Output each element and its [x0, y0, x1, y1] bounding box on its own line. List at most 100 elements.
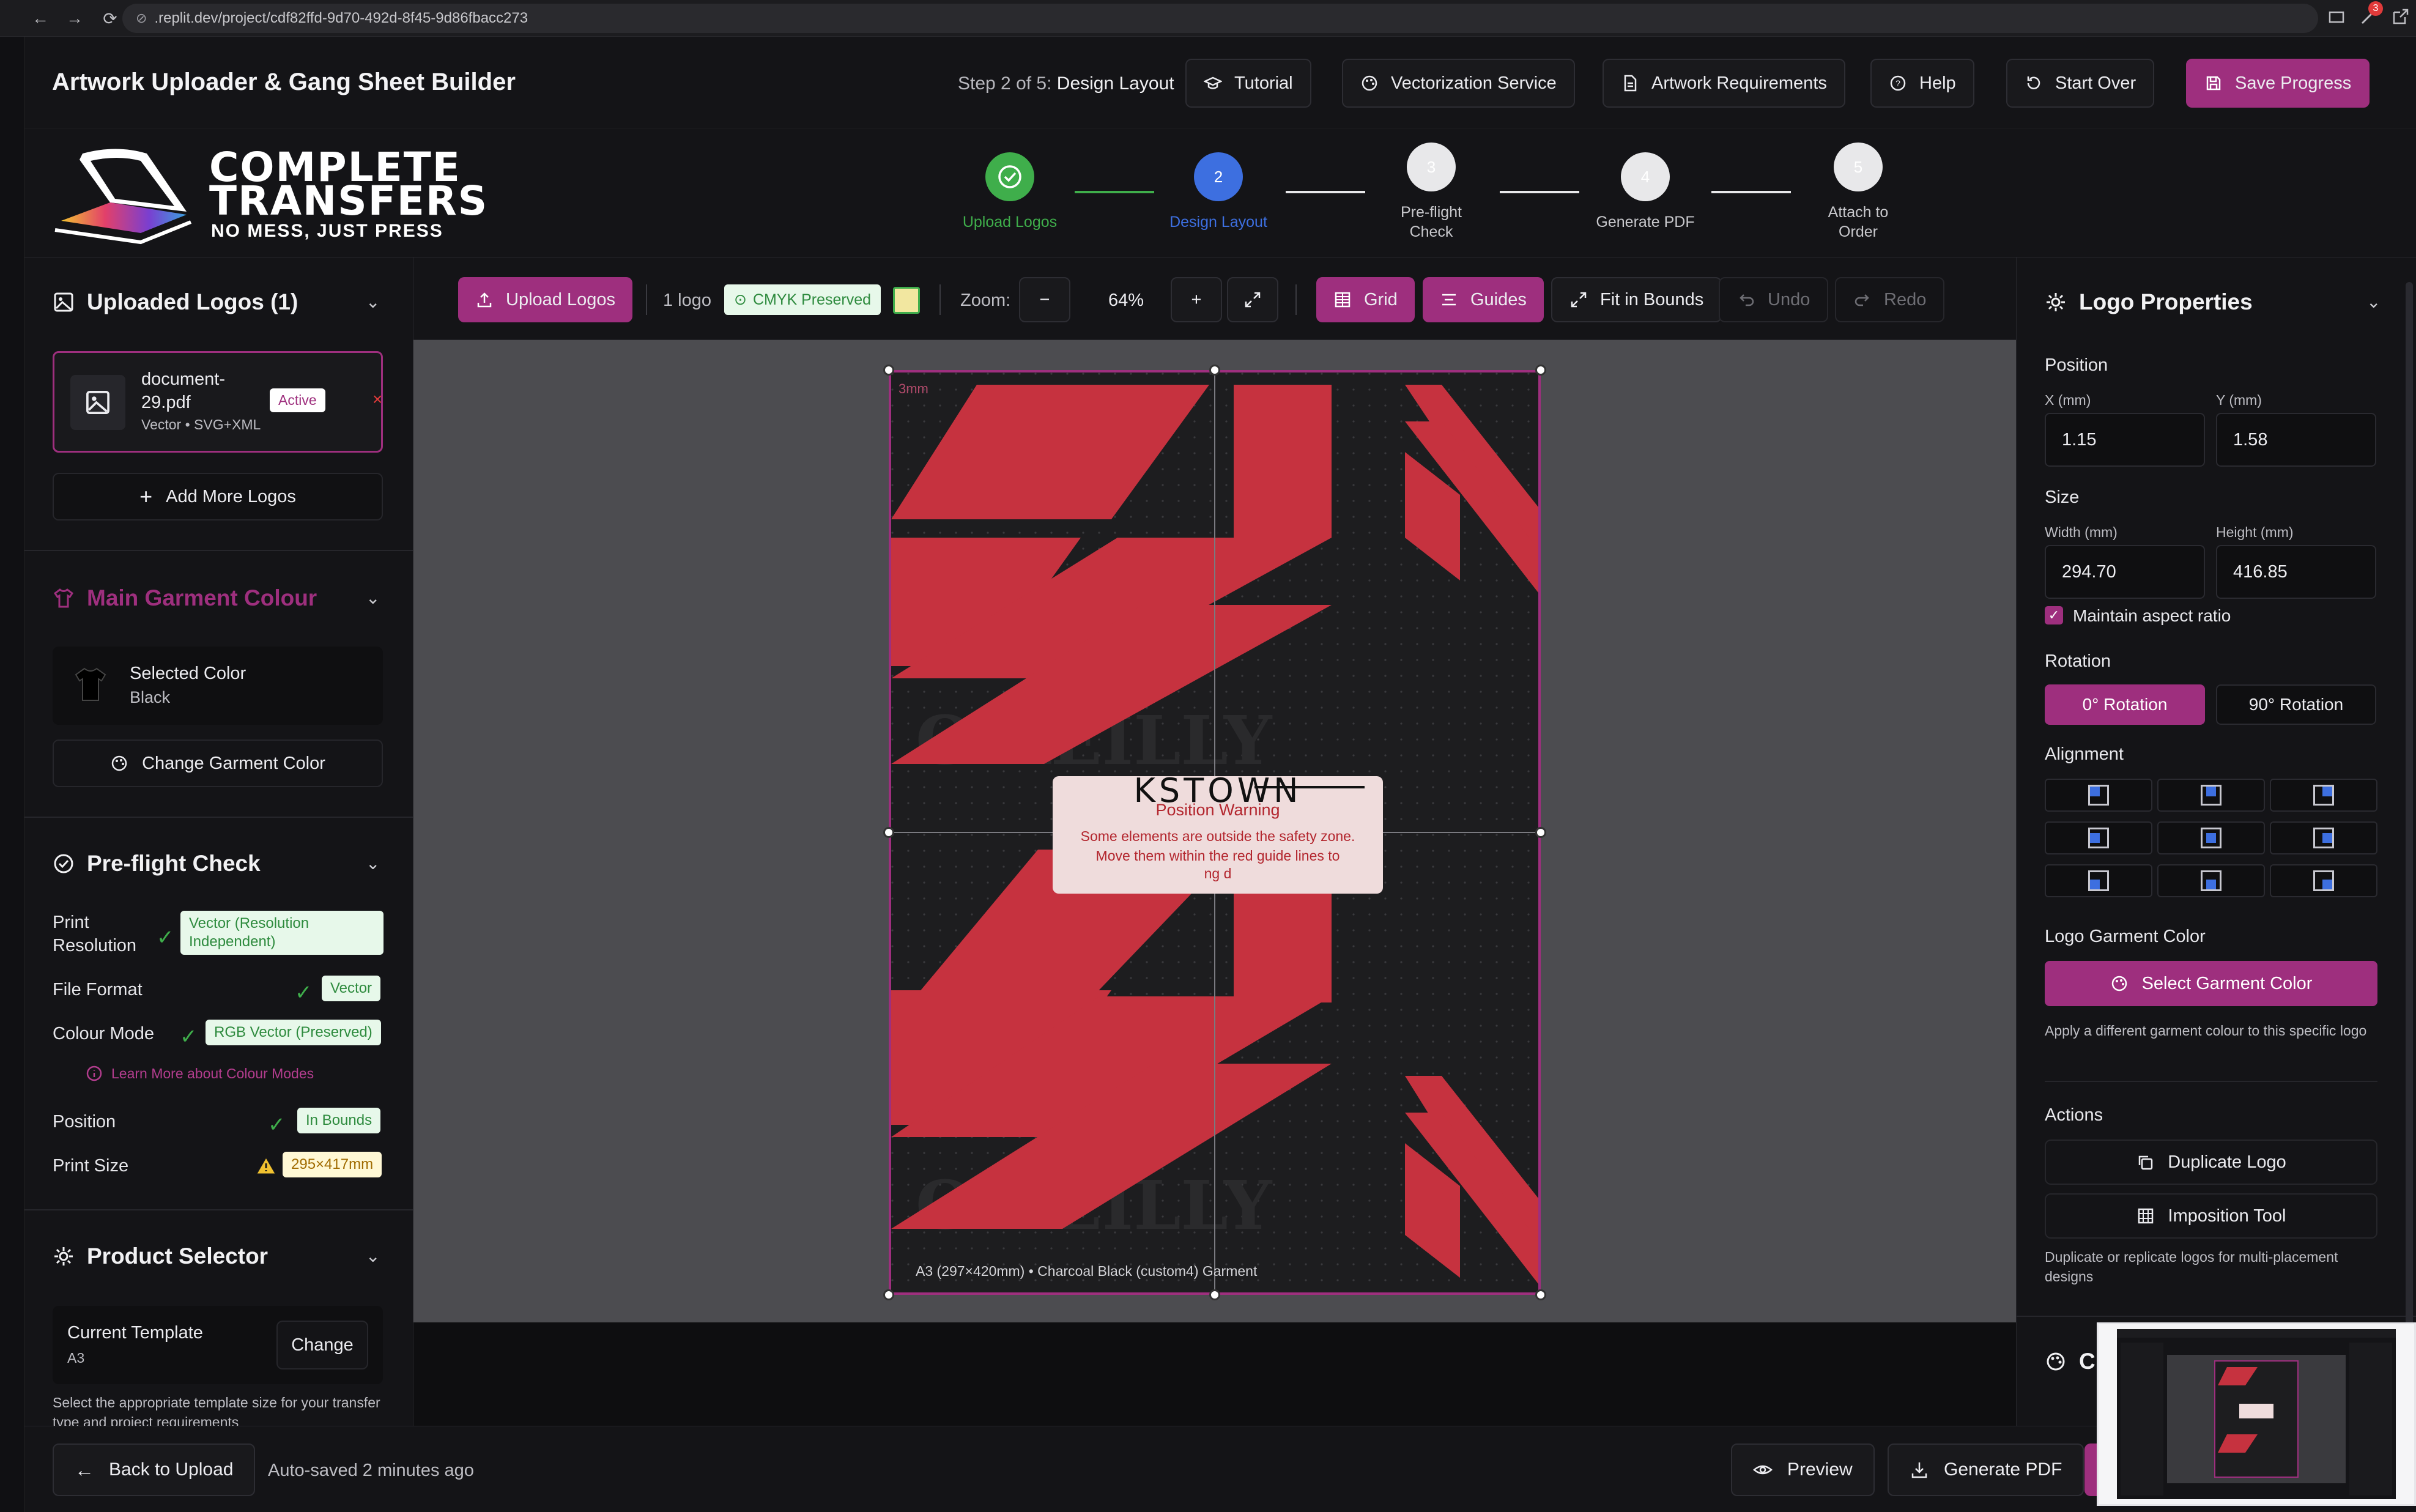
align-middle-right-button[interactable]: [2270, 821, 2377, 854]
step-2-circle[interactable]: 2: [1194, 152, 1243, 201]
artwork-requirements-button[interactable]: Artwork Requirements: [1603, 59, 1845, 108]
color-swatch-toggle[interactable]: [893, 287, 920, 314]
site-info-icon[interactable]: ⊘: [136, 10, 147, 26]
align-top-center-button[interactable]: [2157, 779, 2265, 812]
back-to-upload-label: Back to Upload: [109, 1459, 234, 1480]
align-middle-left-button[interactable]: [2045, 821, 2152, 854]
main-garment-colour-header[interactable]: Main Garment Colour: [53, 585, 317, 611]
generate-pdf-button[interactable]: Generate PDF: [1888, 1443, 2084, 1496]
autosave-status: Auto-saved 2 minutes ago: [268, 1461, 474, 1480]
remove-logo-close-icon[interactable]: ×: [372, 390, 382, 409]
resize-handle-mr[interactable]: [1535, 827, 1546, 838]
redo-button[interactable]: Redo: [1835, 277, 1945, 322]
address-bar[interactable]: ⊘ .replit.dev/project/cdf82ffd-9d70-492d…: [122, 4, 2318, 33]
upload-icon: [477, 292, 492, 308]
align-bottom-left-button[interactable]: [2045, 864, 2152, 897]
duplicate-logo-button[interactable]: Duplicate Logo: [2045, 1140, 2377, 1185]
chevron-down-icon[interactable]: ⌄: [366, 588, 380, 608]
chevron-down-icon[interactable]: ⌄: [366, 1246, 380, 1266]
check-icon: ✓: [180, 1025, 198, 1048]
align-bottom-center-icon: [2201, 870, 2221, 891]
uploaded-logos-header[interactable]: Uploaded Logos (1): [53, 289, 298, 315]
rotation-90-button[interactable]: 90° Rotation: [2216, 684, 2376, 725]
align-top-right-button[interactable]: [2270, 779, 2377, 812]
step-3-circle[interactable]: 3: [1407, 143, 1456, 191]
guides-toggle-button[interactable]: Guides: [1423, 277, 1544, 322]
logo-properties-header[interactable]: Logo Properties: [2045, 289, 2253, 315]
rotation-0-button[interactable]: 0° Rotation: [2045, 684, 2205, 725]
chevron-down-icon[interactable]: ⌄: [366, 292, 380, 312]
resize-handle-tr[interactable]: [1535, 365, 1546, 376]
align-center-button[interactable]: [2157, 821, 2265, 854]
change-template-button[interactable]: Change: [276, 1321, 368, 1369]
product-selector-header[interactable]: Product Selector: [53, 1243, 268, 1269]
document-icon: [1624, 75, 1637, 92]
zoom-value: 64%: [1108, 291, 1144, 310]
undo-icon: [1740, 294, 1754, 306]
preflight-badge-print-resolution: Vector (Resolution Independent): [180, 911, 384, 955]
arrow-left-icon: ←: [75, 1458, 94, 1481]
height-input[interactable]: 416.85: [2216, 545, 2376, 599]
resize-handle-br[interactable]: [1535, 1289, 1546, 1300]
resize-handle-bl[interactable]: [883, 1289, 894, 1300]
back-arrow-icon[interactable]: ←: [27, 5, 54, 32]
reload-icon[interactable]: ⟳: [97, 5, 124, 32]
y-label: Y (mm): [2216, 392, 2262, 408]
align-bottom-center-button[interactable]: [2157, 864, 2265, 897]
x-input[interactable]: 1.15: [2045, 413, 2205, 467]
help-button[interactable]: ? Help: [1870, 59, 1974, 108]
step-4-circle[interactable]: 4: [1621, 152, 1670, 201]
canvas-bottom-space: [413, 1322, 2016, 1426]
screen-preview-thumbnail[interactable]: [2097, 1322, 2416, 1506]
cast-icon[interactable]: [2328, 9, 2346, 27]
position-label: Position: [2045, 355, 2108, 375]
save-progress-label: Save Progress: [2235, 73, 2352, 93]
step-current: Design Layout: [1056, 73, 1174, 94]
learn-more-colour-modes-link[interactable]: Learn More about Colour Modes: [86, 1065, 314, 1082]
alignment-label: Alignment: [2045, 744, 2124, 764]
width-input[interactable]: 294.70: [2045, 545, 2205, 599]
uploaded-logo-card[interactable]: document-29.pdf Vector • SVG+XML Active …: [53, 351, 383, 453]
step-1-circle[interactable]: [985, 152, 1034, 201]
fit-in-bounds-button[interactable]: Fit in Bounds: [1551, 277, 1722, 322]
aspect-ratio-checkbox[interactable]: ✓: [2045, 606, 2063, 624]
forward-arrow-icon[interactable]: →: [61, 5, 88, 32]
step-4-label: Generate PDF: [1596, 213, 1695, 231]
resize-handle-tl[interactable]: [883, 365, 894, 376]
chevron-down-icon[interactable]: ⌄: [2366, 292, 2381, 312]
chevron-down-icon[interactable]: ⌄: [366, 853, 380, 873]
preflight-check-header[interactable]: Pre-flight Check: [53, 851, 261, 876]
imposition-tool-button[interactable]: Imposition Tool: [2045, 1193, 2377, 1239]
save-progress-button[interactable]: Save Progress: [2186, 59, 2370, 108]
back-to-upload-button[interactable]: ← Back to Upload: [53, 1443, 256, 1496]
resize-handle-ml[interactable]: [883, 827, 894, 838]
undo-button[interactable]: Undo: [1719, 277, 1829, 322]
zoom-out-button[interactable]: −: [1019, 277, 1070, 322]
change-garment-color-button[interactable]: Change Garment Color: [53, 739, 383, 787]
artwork-requirements-label: Artwork Requirements: [1651, 73, 1827, 93]
zoom-in-button[interactable]: +: [1171, 277, 1222, 322]
add-more-logos-button[interactable]: + Add More Logos: [53, 473, 383, 521]
step-2-label: Design Layout: [1169, 213, 1267, 231]
start-over-button[interactable]: Start Over: [2006, 59, 2155, 108]
warning-icon: [256, 1157, 276, 1175]
right-panel-scrollbar[interactable]: [2406, 282, 2413, 1377]
upload-logos-button[interactable]: Upload Logos: [458, 277, 632, 322]
preview-button[interactable]: Preview: [1731, 1443, 1875, 1496]
step-5-circle[interactable]: 5: [1834, 143, 1883, 191]
y-input[interactable]: 1.58: [2216, 413, 2376, 467]
align-bottom-right-button[interactable]: [2270, 864, 2377, 897]
open-external-icon[interactable]: [2390, 7, 2410, 27]
next-section-header[interactable]: C: [2045, 1349, 2095, 1374]
resize-handle-tc[interactable]: [1209, 365, 1220, 376]
artboard-a3[interactable]: O'REILLY O'REILLY 3mm: [889, 370, 1541, 1295]
select-garment-color-button[interactable]: Select Garment Color: [2045, 961, 2377, 1006]
align-top-left-button[interactable]: [2045, 779, 2152, 812]
vectorization-service-button[interactable]: Vectorization Service: [1342, 59, 1575, 108]
step-prefix: Step 2 of 5:: [958, 73, 1052, 94]
tutorial-button[interactable]: Tutorial: [1185, 59, 1311, 108]
resize-handle-bc[interactable]: [1209, 1289, 1220, 1300]
fullscreen-button[interactable]: [1227, 277, 1278, 322]
grid-toggle-button[interactable]: Grid: [1316, 277, 1415, 322]
grid-icon: [1335, 292, 1351, 308]
